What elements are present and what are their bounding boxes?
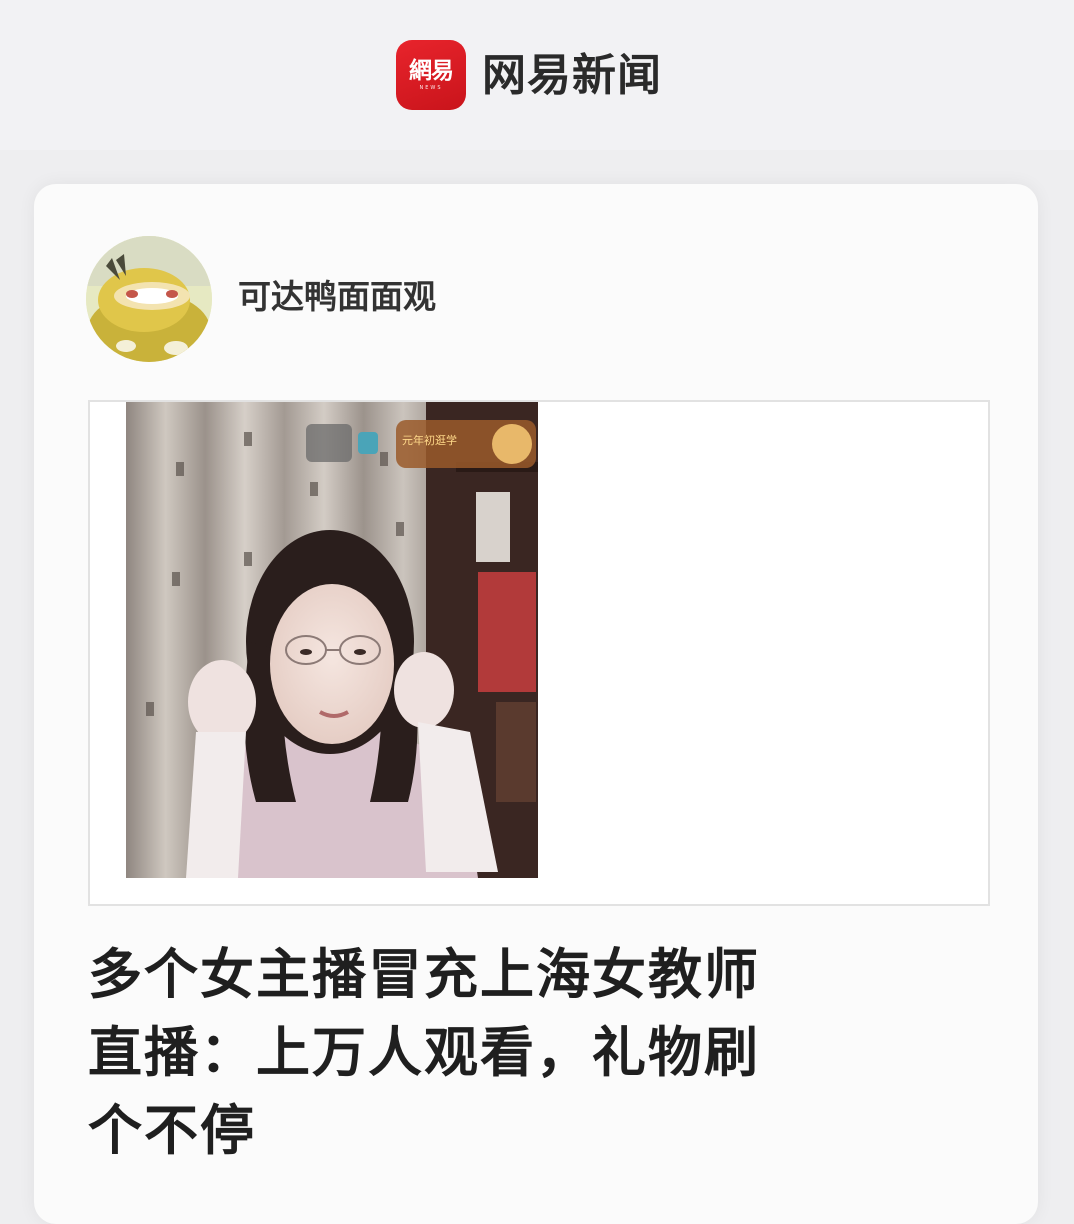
- author-name[interactable]: 可达鸭面面观: [238, 272, 436, 322]
- headline-line-1: 多个女主播冒充上海女教师: [88, 943, 760, 1006]
- overlay-badge-text: 元年初逛学: [402, 433, 457, 447]
- app-name: 网易新闻: [482, 50, 662, 101]
- author-avatar[interactable]: [86, 236, 212, 362]
- psyduck-avatar-icon: [86, 236, 212, 362]
- headline-line-2: 直播：上万人观看，礼物刷: [88, 1021, 760, 1084]
- headline-line-3: 个不停: [88, 1099, 256, 1162]
- logo-glyph: 網易: [409, 57, 454, 84]
- logo-subtext: NEWS: [419, 85, 443, 91]
- article-headline[interactable]: 多个女主播冒充上海女教师 直播：上万人观看，礼物刷 个不停: [88, 936, 988, 1170]
- video-thumbnail[interactable]: 元年初逛学: [126, 402, 538, 878]
- netease-logo-icon[interactable]: 網易 NEWS: [396, 40, 466, 110]
- livestream-frame-icon: 元年初逛学: [126, 402, 538, 878]
